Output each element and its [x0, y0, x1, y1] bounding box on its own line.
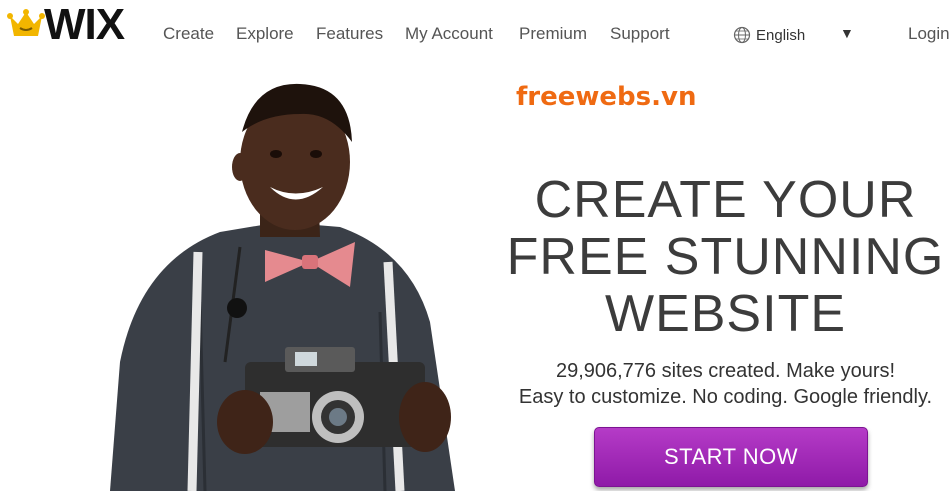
- nav-create[interactable]: Create: [163, 24, 214, 44]
- headline-line-2: FREE STUNNING: [506, 228, 945, 286]
- headline-line-3: WEBSITE: [604, 285, 847, 343]
- language-label: English: [756, 26, 806, 44]
- globe-icon: [733, 26, 751, 44]
- nav-premium[interactable]: Premium: [519, 24, 587, 44]
- logo-text: WIX: [44, 0, 125, 49]
- nav-my-account[interactable]: My Account: [405, 24, 493, 44]
- sites-created-text: 29,906,776 sites created. Make yours!: [555, 360, 896, 382]
- nav-explore[interactable]: Explore: [236, 24, 294, 44]
- hero-photo: [110, 83, 455, 491]
- top-navigation-bar: WIX Create Explore Features My Account P…: [0, 0, 951, 62]
- caret-down-icon[interactable]: ▼: [840, 25, 854, 41]
- start-now-button[interactable]: START NOW: [594, 427, 868, 487]
- login-link[interactable]: Login: [908, 24, 950, 44]
- hero-headline: CREATE YOUR FREE STUNNING WEBSITE: [500, 172, 951, 343]
- watermark-text: freewebs.vn: [516, 82, 697, 112]
- tagline-text: Easy to customize. No coding. Google fri…: [518, 386, 933, 408]
- language-selector[interactable]: English: [733, 25, 805, 45]
- wix-crown-icon: [7, 9, 45, 36]
- nav-features[interactable]: Features: [316, 24, 383, 44]
- wix-logo[interactable]: WIX: [6, 0, 146, 49]
- nav-support[interactable]: Support: [610, 24, 670, 44]
- headline-line-1: CREATE YOUR: [534, 171, 917, 229]
